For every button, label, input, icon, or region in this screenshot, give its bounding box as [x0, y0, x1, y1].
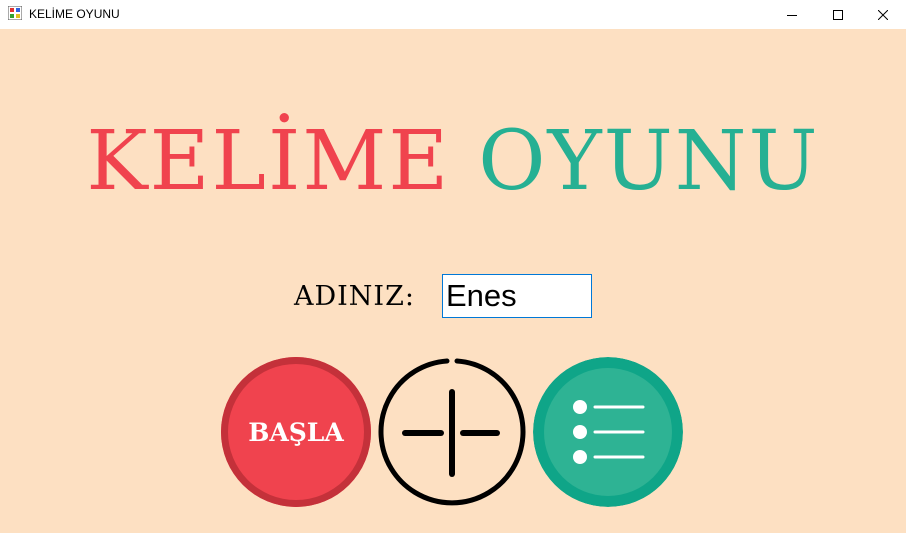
start-button[interactable]: BAŞLA — [221, 357, 371, 507]
maximize-button[interactable] — [815, 0, 861, 29]
start-button-label: BAŞLA — [248, 417, 344, 447]
minimize-icon — [787, 14, 797, 16]
app-icon — [8, 6, 22, 20]
minimize-button[interactable] — [769, 0, 815, 29]
window-title: KELİME OYUNU — [29, 7, 120, 21]
close-button[interactable] — [860, 0, 906, 29]
add-button[interactable] — [377, 357, 527, 507]
list-button[interactable] — [533, 357, 683, 507]
title-word-kelime: KELİME — [86, 114, 451, 209]
close-icon — [878, 9, 888, 20]
title-bar[interactable]: KELİME OYUNU — [0, 0, 906, 29]
app-window: KELİME OYUNU KELİME OYUNU ADINIZ: BAŞLA — [0, 0, 906, 533]
name-label: ADINIZ: — [294, 281, 415, 312]
maximize-icon — [833, 9, 843, 20]
game-title: KELİME OYUNU — [0, 112, 906, 212]
name-input[interactable] — [442, 274, 592, 318]
title-word-oyunu: OYUNU — [478, 114, 820, 209]
add-icon — [378, 358, 526, 506]
